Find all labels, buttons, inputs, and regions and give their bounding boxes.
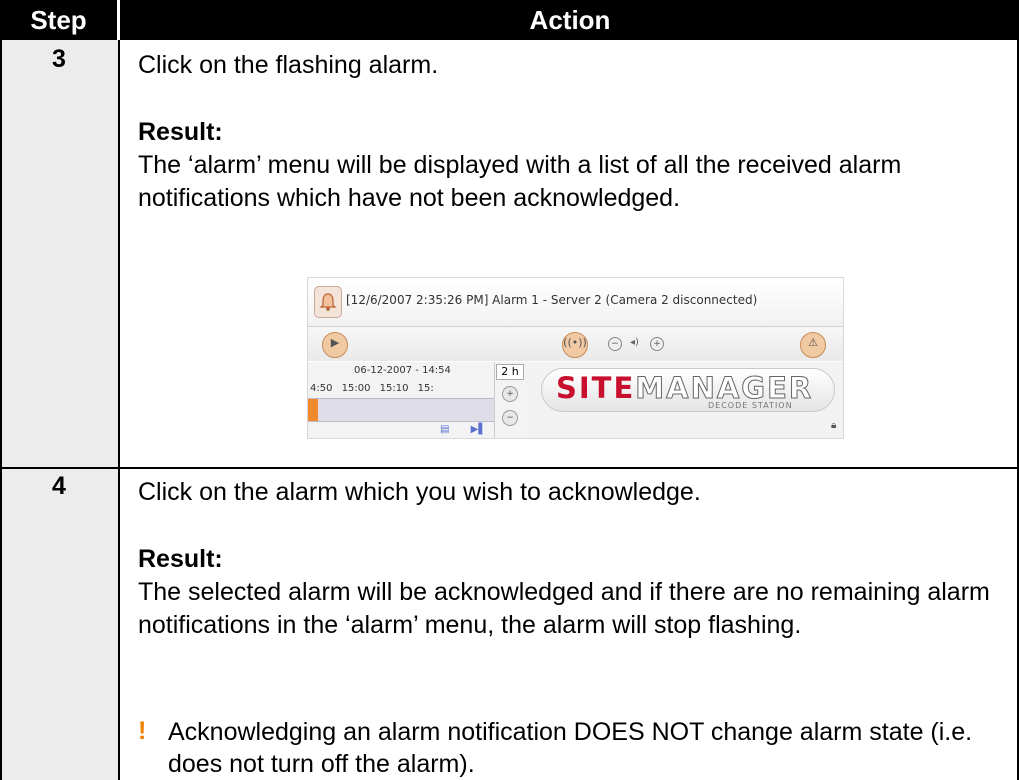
warning-icon: ! [138,717,147,745]
step-number: 3 [52,45,66,73]
alarm-menu-screenshot: [12/6/2007 2:35:26 PM] Alarm 1 - Server … [307,277,844,439]
bell-icon[interactable] [314,286,342,318]
result-text: The ‘alarm’ menu will be displayed with … [138,151,902,212]
recording-segment [308,399,318,421]
instruction-text: Click on the flashing alarm. [138,51,439,79]
lock-icon[interactable]: 🔒︎ [831,420,836,431]
result-label: Result: [138,118,223,146]
minus-icon[interactable]: − [608,337,622,351]
header-step: Step [30,5,87,35]
zoom-panel: 2 h + − [494,362,525,438]
broadcast-icon[interactable]: ((•)) [562,332,588,358]
border-left [0,40,2,780]
step-cell [0,40,118,468]
zoom-in-icon[interactable]: + [502,386,518,402]
alarm-icon[interactable]: ⚠ [800,332,826,358]
control-bar: ▶ ((•)) − ◂) + ⚠ [308,327,843,361]
step-cell [0,468,118,780]
warning-note: Acknowledging an alarm notification DOES… [168,718,973,778]
instruction-text: Click on the alarm which you wish to ack… [138,478,701,506]
plus-icon[interactable]: + [650,337,664,351]
zoom-out-icon[interactable]: − [502,410,518,426]
sitemanager-logo: SITEMANAGER DECODE STATION [541,368,835,412]
step-number: 4 [52,472,66,500]
timeline-track[interactable] [308,398,494,422]
speaker-icon: ◂) [630,337,639,348]
logo-wordmark: SITEMANAGER [556,371,814,406]
alarm-notification-item[interactable]: [12/6/2007 2:35:26 PM] Alarm 1 - Server … [346,293,757,307]
column-divider [118,40,120,780]
row-divider [0,467,1019,469]
procedure-table: Step Action 3 Click on the flashing alar… [0,0,1019,780]
timeline-nav-icons[interactable]: ▤ ▶▌ [440,424,486,435]
table-header: Step Action [0,0,1019,40]
next-icon[interactable]: ▶ [322,332,348,358]
header-separator [117,0,120,40]
result-text: The selected alarm will be acknowledged … [138,578,990,639]
timeline-date: 06-12-2007 - 14:54 [354,365,451,376]
logo-area: SITEMANAGER DECODE STATION 🔒︎ [525,362,843,438]
alarm-menu-bar: [12/6/2007 2:35:26 PM] Alarm 1 - Server … [308,278,843,327]
result-label: Result: [138,545,223,573]
header-action: Action [529,5,611,35]
zoom-level[interactable]: 2 h [496,364,524,380]
logo-subtitle: DECODE STATION [708,401,793,410]
timeline-panel[interactable]: 06-12-2007 - 14:54 4:50 15:00 15:10 15: … [308,362,494,438]
timeline-times: 4:50 15:00 15:10 15: [310,383,434,394]
